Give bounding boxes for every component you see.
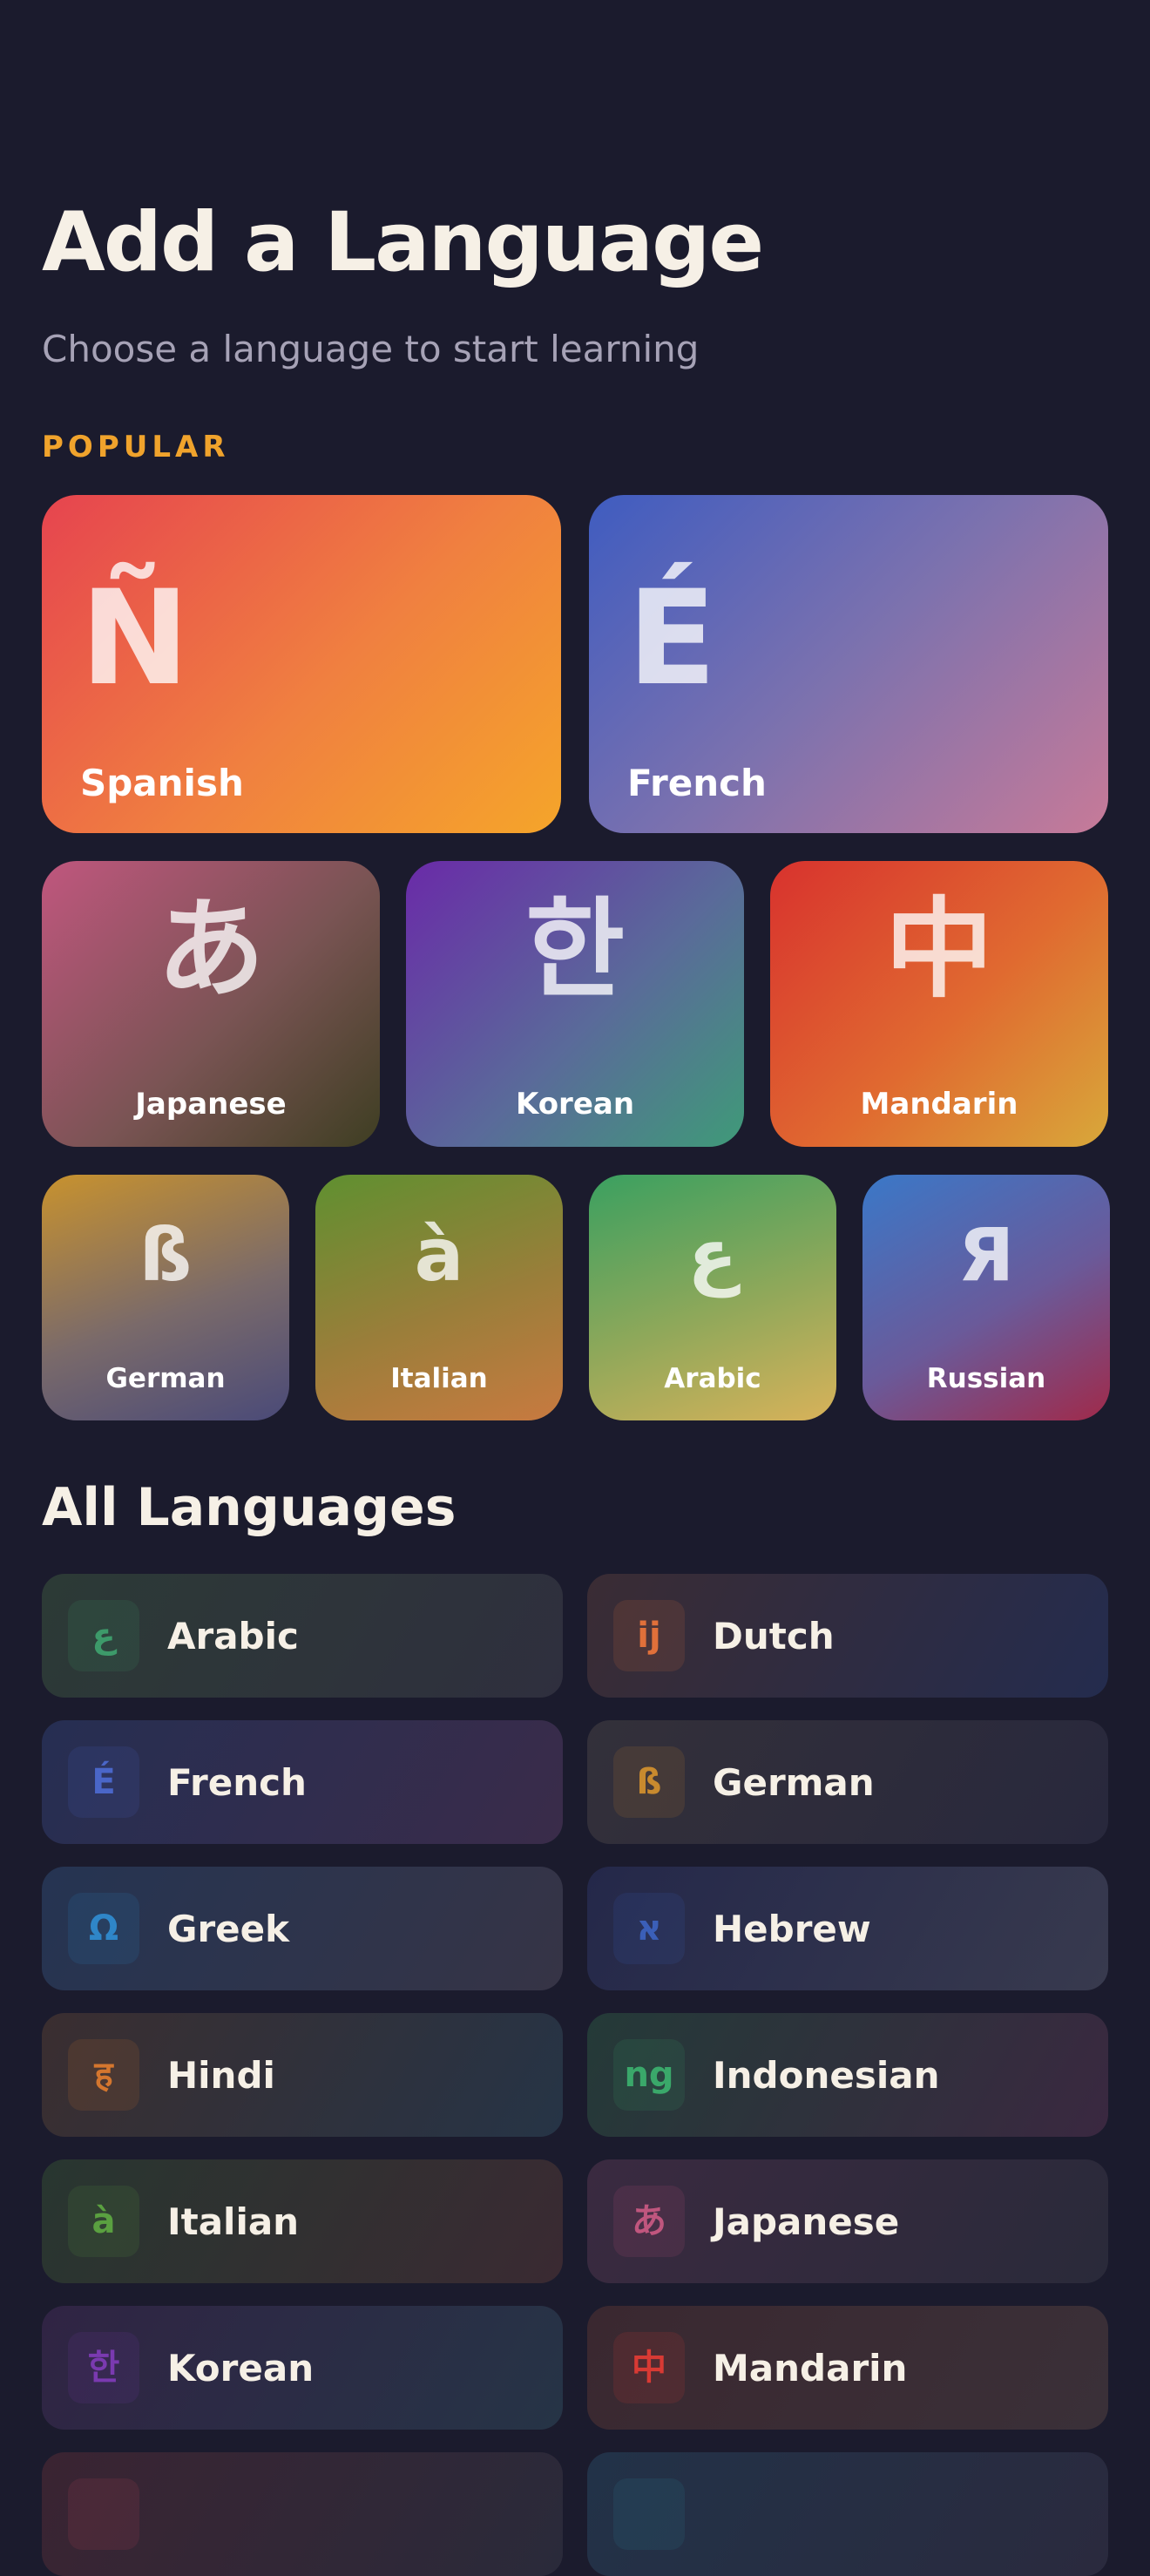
language-glyph-icon [613,2478,685,2550]
mandarin-glyph-icon: 中 [884,887,993,1013]
language-list-label: Japanese [713,2200,900,2243]
add-language-screen: Add a Language Choose a language to star… [0,0,1150,2576]
language-list-item[interactable]: ß German [587,1720,1108,1844]
language-card-label: German [105,1363,226,1394]
language-list-item[interactable]: ह Hindi [42,2013,563,2137]
language-list-item[interactable]: א Hebrew [587,1867,1108,1990]
language-list-item[interactable]: ع Arabic [42,1574,563,1698]
language-list-item[interactable]: É French [42,1720,563,1844]
language-glyph-icon [68,2478,139,2550]
page-subtitle: Choose a language to start learning [42,328,700,370]
language-card-label: Japanese [135,1087,287,1122]
language-glyph-icon: ij [613,1600,685,1671]
popular-section-label: POPULAR [42,430,230,464]
language-list-label: French [167,1760,307,1804]
language-list-item[interactable]: ij Dutch [587,1574,1108,1698]
language-glyph-icon: 中 [613,2332,685,2403]
language-card-korean[interactable]: 한 Korean [406,861,744,1147]
japanese-glyph-icon: あ [156,887,265,1013]
language-card-arabic[interactable]: ع Arabic [589,1175,836,1420]
language-glyph-icon: ng [613,2039,685,2111]
language-list-item[interactable]: Ω Greek [42,1867,563,1990]
language-list-label: Korean [167,2346,315,2390]
language-card-label: Korean [515,1087,635,1122]
russian-glyph-icon: Я [957,1212,1015,1298]
language-card-german[interactable]: ß German [42,1175,289,1420]
language-glyph-icon: א [613,1893,685,1964]
language-card-russian[interactable]: Я Russian [862,1175,1110,1420]
language-glyph-icon: ß [613,1746,685,1818]
language-list-item[interactable] [42,2452,563,2576]
language-card-label: Mandarin [860,1087,1018,1122]
german-glyph-icon: ß [139,1212,193,1298]
language-card-label: Spanish [80,762,244,804]
language-list-item[interactable]: 한 Korean [42,2306,563,2430]
language-list-item[interactable]: あ Japanese [587,2159,1108,2283]
language-glyph-icon: Ω [68,1893,139,1964]
language-card-label: Russian [926,1363,1046,1394]
arabic-glyph-icon: ع [687,1212,738,1298]
language-list-label: Greek [167,1907,290,1950]
language-list-item[interactable]: à Italian [42,2159,563,2283]
language-list-label: Mandarin [713,2346,908,2390]
language-card-french[interactable]: É French [589,495,1108,833]
language-glyph-icon: ع [68,1600,139,1671]
language-card-label: Arabic [664,1363,761,1394]
italian-glyph-icon: à [414,1212,464,1298]
language-list-label: Arabic [167,1614,299,1657]
language-card-label: Italian [390,1363,488,1394]
language-card-label: French [627,762,767,804]
language-list-item[interactable]: ng Indonesian [587,2013,1108,2137]
language-glyph-icon: É [68,1746,139,1818]
all-languages-title: All Languages [42,1477,457,1538]
language-list-label: Hindi [167,2053,275,2097]
korean-glyph-icon: 한 [524,887,626,1013]
language-list-label: Italian [167,2200,300,2243]
language-list-label: Dutch [713,1614,835,1657]
language-card-italian[interactable]: à Italian [315,1175,563,1420]
language-glyph-icon: あ [613,2186,685,2257]
language-glyph-icon: à [68,2186,139,2257]
page-title: Add a Language [42,195,764,290]
language-card-mandarin[interactable]: 中 Mandarin [770,861,1108,1147]
language-glyph-icon: ह [68,2039,139,2111]
language-list-label: Indonesian [713,2053,940,2097]
language-list-label: Hebrew [713,1907,871,1950]
language-card-spanish[interactable]: Ñ Spanish [42,495,561,833]
language-list-item[interactable] [587,2452,1108,2576]
language-list-item[interactable]: 中 Mandarin [587,2306,1108,2430]
spanish-glyph-icon: Ñ [80,563,190,715]
language-list-label: German [713,1760,875,1804]
language-card-japanese[interactable]: あ Japanese [42,861,380,1147]
language-glyph-icon: 한 [68,2332,139,2403]
french-glyph-icon: É [627,563,717,715]
